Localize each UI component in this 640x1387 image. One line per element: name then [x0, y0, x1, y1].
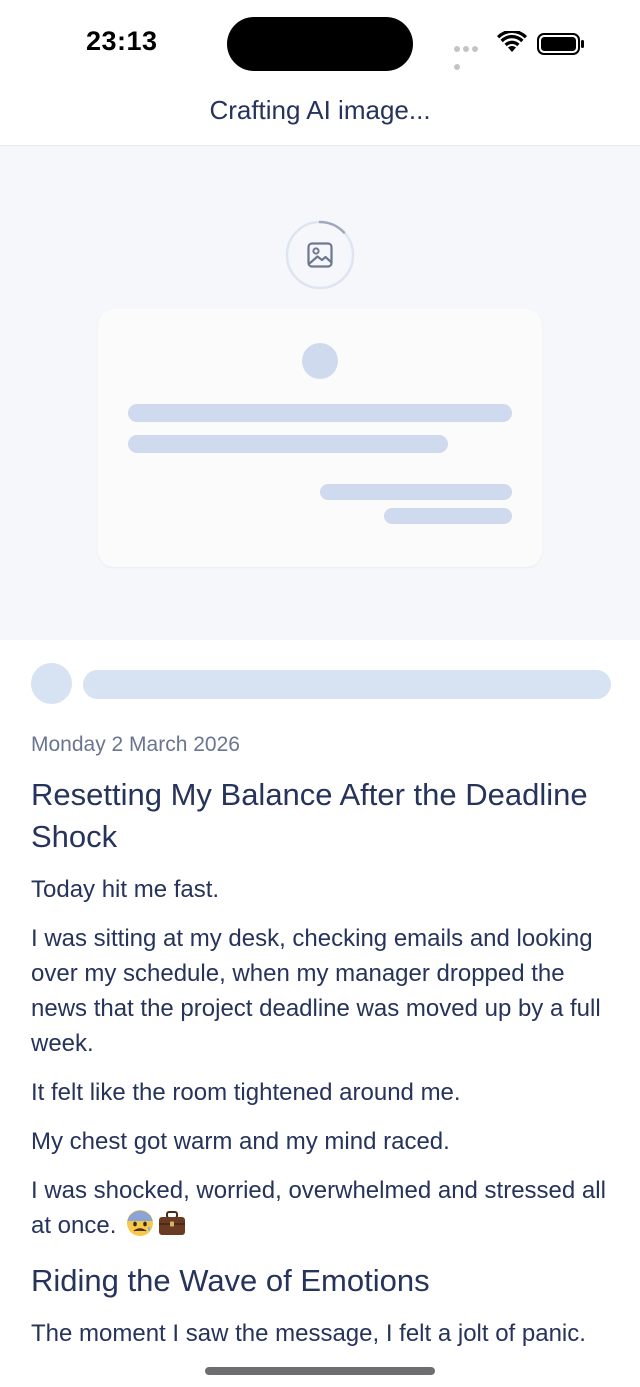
entry-paragraph: I was shocked, worried, overwhelmed and … [31, 1173, 615, 1243]
entry-paragraph: Today hit me fast. [31, 876, 220, 903]
author-name-skeleton [83, 670, 611, 699]
skeleton-line [128, 435, 448, 453]
home-indicator[interactable] [205, 1367, 435, 1375]
dynamic-island [227, 17, 413, 71]
skeleton-line [384, 508, 512, 524]
author-avatar-skeleton [31, 663, 72, 704]
cellular-signal-icon [454, 46, 488, 70]
skeleton-line [320, 484, 512, 500]
briefcase-icon [159, 1211, 186, 1235]
skeleton-card [98, 309, 542, 567]
skeleton-avatar [302, 343, 338, 379]
status-bar: 23:13 [0, 0, 640, 86]
page-title: Crafting AI image... [209, 95, 431, 125]
entry-paragraph: It felt like the room tightened around m… [31, 1079, 461, 1106]
entry-paragraph: The moment I saw the message, I felt a j… [31, 1320, 586, 1347]
section-heading: Riding the Wave of Emotions [31, 1263, 430, 1298]
entry-paragraph: I was sitting at my desk, checking email… [31, 925, 601, 1057]
entry-title: Resetting My Balance After the Deadline … [31, 777, 588, 854]
loading-spinner [285, 220, 355, 290]
entry-date: Monday 2 March 2026 [31, 733, 240, 756]
ai-image-placeholder [0, 146, 640, 640]
battery-icon [537, 33, 584, 55]
skeleton-line [128, 404, 512, 422]
entry-paragraph-text: I was shocked, worried, overwhelmed and … [31, 1177, 606, 1239]
entry-paragraph: My chest got warm and my mind raced. [31, 1128, 450, 1155]
journal-entry: Monday 2 March 2026 Resetting My Balance… [31, 730, 615, 1351]
anxious-face-icon [127, 1210, 154, 1236]
wifi-icon [497, 31, 527, 52]
status-time: 23:13 [86, 26, 158, 56]
